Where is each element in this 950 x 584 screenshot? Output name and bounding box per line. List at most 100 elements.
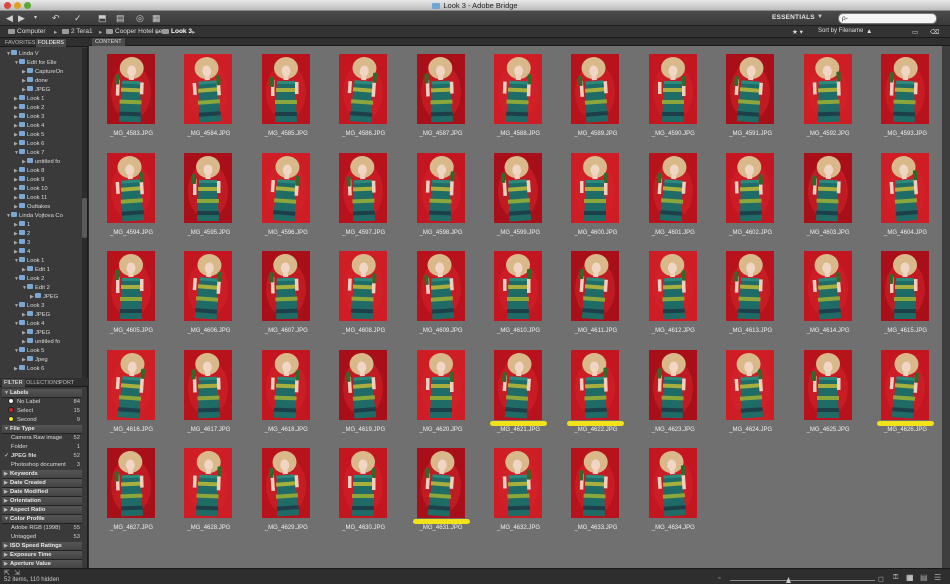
folder-tree-item[interactable]: ▶ Look 1 <box>14 95 44 104</box>
folder-tree-item[interactable]: ▼ Look 1 <box>14 257 44 266</box>
thumbnail-cell[interactable]: _MG_4595.JPG <box>170 149 247 247</box>
thumbnail-image[interactable] <box>803 251 852 321</box>
tab-content[interactable]: CONTENT <box>92 38 125 46</box>
thumbnail-cell[interactable]: _MG_4621.JPG <box>480 346 557 444</box>
thumbnail-image[interactable] <box>881 152 929 223</box>
thumbnail-image[interactable] <box>184 448 233 518</box>
thumbnail-cell[interactable]: _MG_4627.JPG <box>93 444 170 542</box>
thumbnail-image[interactable] <box>261 448 310 518</box>
thumbnail-cell[interactable]: _MG_4620.JPG <box>403 346 480 444</box>
thumbnail-image[interactable] <box>803 349 852 420</box>
thumbnail-image[interactable] <box>339 349 388 420</box>
thumbnail-image[interactable] <box>261 349 310 420</box>
folder-tree-item[interactable]: ▶ JPEG <box>22 311 50 320</box>
folder-tree-item[interactable]: ▼ Linda Vojtova Co <box>6 212 63 221</box>
filter-section-header[interactable]: ▶ Keywords <box>2 470 82 479</box>
thumbnail-image[interactable] <box>416 54 465 124</box>
thumbnail-cell[interactable]: _MG_4597.JPG <box>325 149 402 247</box>
folder-tree-item[interactable]: ▶ Look 5 <box>14 131 44 140</box>
content-scrollbar[interactable] <box>942 46 950 568</box>
folder-tree-item[interactable]: ▶ Look 10 <box>14 185 48 194</box>
sort-direction-icon[interactable]: ▲ <box>866 28 872 35</box>
thumbnail-cell[interactable]: _MG_4587.JPG <box>403 50 480 148</box>
folder-tree-item[interactable]: ▶ 3 <box>14 239 30 248</box>
thumbnail-cell[interactable]: _MG_4591.JPG <box>712 50 789 148</box>
output-icon[interactable]: ▦ <box>152 13 161 24</box>
folder-tree-item[interactable]: ▶ Look 6 <box>14 365 44 374</box>
filter-section-header[interactable]: ▶ Exposure Time <box>2 551 82 560</box>
folder-tree-item[interactable]: ▶ Look 6 <box>14 140 44 149</box>
disclosure-closed-icon[interactable]: ▶ <box>4 497 8 506</box>
thumbnail-cell[interactable]: _MG_4630.JPG <box>325 444 402 542</box>
thumbnail-image[interactable] <box>571 251 620 321</box>
thumbnail-cell[interactable]: _MG_4598.JPG <box>403 149 480 247</box>
thumbnail-cell[interactable]: _MG_4616.JPG <box>93 346 170 444</box>
thumbnail-cell[interactable]: _MG_4623.JPG <box>635 346 712 444</box>
thumbnail-cell[interactable]: _MG_4622.JPG <box>557 346 634 444</box>
thumbnail-cell[interactable]: _MG_4619.JPG <box>325 346 402 444</box>
thumbnail-image[interactable] <box>416 152 465 223</box>
filter-section-header[interactable]: ▼ File Type <box>2 425 82 434</box>
thumbnail-cell[interactable]: _MG_4585.JPG <box>248 50 325 148</box>
thumbnail-image[interactable] <box>881 251 929 321</box>
thumbnail-cell[interactable]: _MG_4607.JPG <box>248 247 325 345</box>
disclosure-closed-icon[interactable]: ▶ <box>4 479 8 488</box>
thumbnail-cell[interactable]: _MG_4600.JPG <box>557 149 634 247</box>
thumbnail-image[interactable] <box>571 349 620 420</box>
thumbnail-cell[interactable]: _MG_4614.JPG <box>790 247 867 345</box>
thumbnail-image[interactable] <box>726 152 775 223</box>
thumbnail-cell[interactable]: _MG_4609.JPG <box>403 247 480 345</box>
folder-tree-item[interactable]: ▶ untitled fo <box>22 158 60 167</box>
thumbnail-cell[interactable]: _MG_4610.JPG <box>480 247 557 345</box>
thumbnail-cell[interactable]: _MG_4626.JPG <box>867 346 944 444</box>
thumbnail-cell[interactable]: _MG_4602.JPG <box>712 149 789 247</box>
breadcrumb-look3[interactable]: Look 3 <box>162 28 192 35</box>
thumbnail-cell[interactable]: _MG_4588.JPG <box>480 50 557 148</box>
folder-tree-item[interactable]: ▶ Outtakes <box>14 203 50 212</box>
thumbnail-image[interactable] <box>494 251 542 321</box>
folder-tree-item[interactable]: ▶ JPEG <box>22 86 50 95</box>
thumbnail-image[interactable] <box>648 54 697 124</box>
boomerang-icon[interactable]: ✓ <box>74 13 82 24</box>
thumbnail-image[interactable] <box>107 251 155 321</box>
folder-tree-item[interactable]: ▼ Look 7 <box>14 149 44 158</box>
thumbnail-cell[interactable]: _MG_4592.JPG <box>790 50 867 148</box>
checkmark-icon[interactable]: ✓ <box>4 452 11 461</box>
thumbnail-cell[interactable]: _MG_4584.JPG <box>170 50 247 148</box>
thumbnail-cell[interactable]: _MG_4618.JPG <box>248 346 325 444</box>
folder-tree-item[interactable]: ▼ Linda V <box>6 50 39 59</box>
folder-tree-item[interactable]: ▼ Look 2 <box>14 275 44 284</box>
thumbnail-image[interactable] <box>494 448 542 518</box>
disclosure-closed-icon[interactable]: ▶ <box>4 542 8 551</box>
thumbnail-image[interactable] <box>571 152 620 223</box>
folder-tree-item[interactable]: ▶ Look 11 <box>14 194 47 203</box>
thumbnail-image[interactable] <box>881 54 929 124</box>
thumbnail-image[interactable] <box>648 448 697 518</box>
thumbnail-image[interactable] <box>881 349 929 420</box>
thumbnail-image[interactable] <box>803 54 852 124</box>
filter-item[interactable]: Second 9 <box>2 416 82 425</box>
disclosure-closed-icon[interactable]: ▶ <box>4 551 8 560</box>
thumbnail-cell[interactable]: _MG_4603.JPG <box>790 149 867 247</box>
thumbnail-cell[interactable]: _MG_4631.JPG <box>403 444 480 542</box>
thumbnail-cell[interactable]: _MG_4596.JPG <box>248 149 325 247</box>
thumbnail-image[interactable] <box>184 54 233 124</box>
thumbnail-image[interactable] <box>107 54 155 124</box>
folder-tree-item[interactable]: ▼ Look 4 <box>14 320 44 329</box>
thumbnail-cell[interactable]: _MG_4625.JPG <box>790 346 867 444</box>
thumbnail-cell[interactable]: _MG_4613.JPG <box>712 247 789 345</box>
breadcrumb-drive[interactable]: 2 Tera1 <box>62 28 93 35</box>
tab-filter[interactable]: FILTER <box>2 379 25 387</box>
thumbnail-image[interactable] <box>416 448 465 518</box>
thumbnail-image[interactable] <box>339 152 388 223</box>
filter-item[interactable]: Adobe RGB (1998) 55 <box>2 524 82 533</box>
expand-icon[interactable]: ⇱ <box>4 569 10 577</box>
details-view-icon[interactable]: ▤ <box>920 573 928 582</box>
folder-tree-item[interactable]: ▼ Look 3 <box>14 302 44 311</box>
thumbnail-image[interactable] <box>339 54 388 124</box>
shrink-icon[interactable]: ⇲ <box>14 569 20 577</box>
thumbnail-image[interactable] <box>648 152 697 223</box>
thumbnail-cell[interactable]: _MG_4611.JPG <box>557 247 634 345</box>
thumbnail-image[interactable] <box>339 251 388 321</box>
filter-item[interactable]: Untagged 53 <box>2 533 82 542</box>
